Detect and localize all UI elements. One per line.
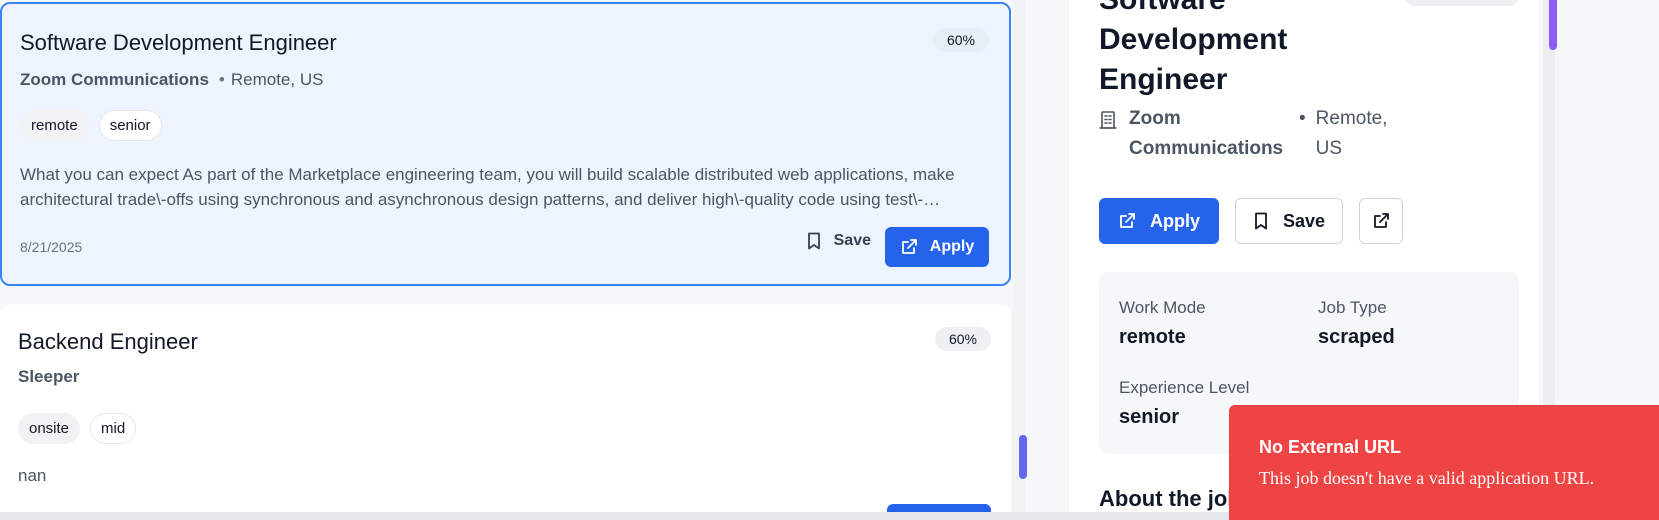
building-icon [1099, 110, 1117, 130]
job-card-date: 8/21/2025 [20, 239, 83, 255]
detail-location: Remote, US [1315, 108, 1388, 159]
experience-level-label: Experience Level [1119, 378, 1250, 397]
job-card-tags: remote senior [20, 110, 162, 141]
save-button[interactable]: Save [806, 232, 871, 250]
toast-title: No External URL [1259, 437, 1402, 457]
detail-scrollbar-thumb[interactable] [1549, 0, 1557, 50]
job-card-selected[interactable]: Software Development Engineer 60% Zoom C… [0, 2, 1011, 286]
job-list: Software Development Engineer 60% Zoom C… [0, 0, 1030, 520]
job-type-field: Job Type scraped [1318, 298, 1395, 349]
work-mode-value: remote [1119, 326, 1186, 348]
tag-senior: senior [98, 110, 162, 141]
job-card-tags: onsite mid [18, 413, 137, 444]
job-card-title[interactable]: Software Development Engineer [20, 30, 337, 56]
job-type-value: scraped [1318, 326, 1395, 348]
detail-company: Zoom Communications [1129, 108, 1284, 159]
detail-apply-label: Apply [1149, 210, 1200, 231]
job-card[interactable]: Backend Engineer 60% Sleeper onsite mid … [0, 305, 1011, 520]
job-card-meta: Sleeper [18, 367, 79, 387]
job-card-title[interactable]: Backend Engineer [18, 329, 198, 355]
match-score-badge: 60% [934, 327, 991, 351]
job-card-company: Sleeper [18, 367, 80, 386]
detail-actions: Apply Save [1099, 198, 1403, 244]
about-heading: About the job [1099, 486, 1241, 511]
detail-meta: Zoom Communications • Remote, US [1099, 104, 1406, 164]
open-external-button[interactable] [1359, 198, 1403, 244]
external-link-icon [1118, 212, 1136, 230]
save-button-label: Save [833, 232, 871, 249]
job-type-label: Job Type [1318, 298, 1387, 317]
detail-save-button[interactable]: Save [1235, 198, 1343, 244]
tag-onsite: onsite [18, 413, 81, 444]
separator-dot: • [1299, 108, 1306, 129]
tag-mid: mid [90, 413, 137, 444]
separator-dot: • [218, 70, 225, 89]
bookmark-icon [806, 232, 822, 250]
error-toast[interactable]: No External URL This job doesn't have a … [1229, 405, 1659, 520]
work-mode-label: Work Mode [1119, 298, 1206, 317]
detail-apply-button[interactable]: Apply [1099, 198, 1219, 244]
detail-match-badge [1404, 0, 1519, 6]
bookmark-icon [1253, 212, 1269, 230]
external-link-icon [1372, 212, 1390, 230]
external-link-icon [900, 238, 918, 256]
match-score-badge: 60% [932, 28, 989, 52]
apply-button-label: Apply [929, 238, 975, 255]
job-board-page: Software Development Engineer 60% Zoom C… [0, 0, 1659, 520]
detail-save-label: Save [1282, 210, 1326, 231]
apply-button[interactable]: Apply [885, 227, 989, 267]
toast-message: This job doesn't have a valid applicatio… [1259, 468, 1595, 488]
detail-title: Software Development Engineer [1099, 0, 1288, 96]
job-card-meta: Zoom Communications • Remote, US [20, 70, 323, 90]
work-mode-field: Work Mode remote [1119, 298, 1206, 349]
tag-remote: remote [20, 110, 89, 141]
list-scrollbar-thumb[interactable] [1019, 435, 1027, 479]
job-card-description: What you can expect As part of the Marke… [20, 165, 955, 209]
job-card-location: Remote, US [230, 70, 324, 89]
job-card-description: nan [18, 466, 47, 485]
job-card-company: Zoom Communications [20, 70, 209, 89]
